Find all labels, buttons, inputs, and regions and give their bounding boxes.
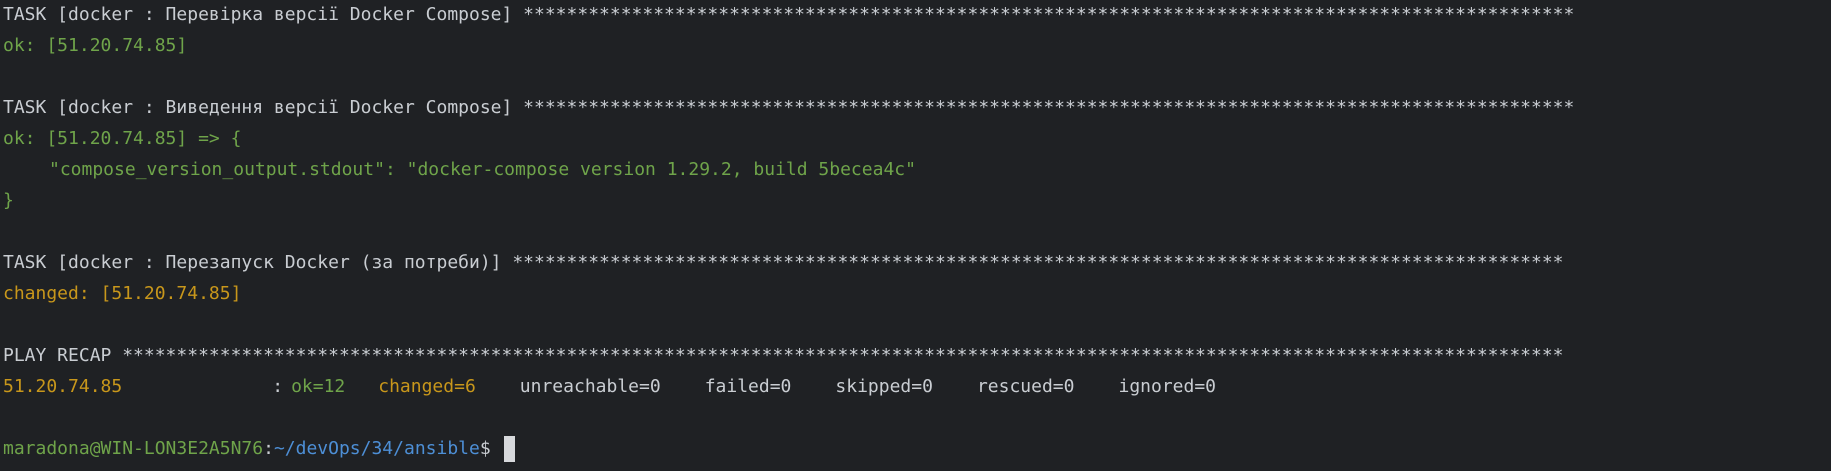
- recap-skipped: skipped=0: [835, 376, 933, 397]
- task-result-ok: ok: [51.20.74.85]: [3, 35, 188, 56]
- recap-colon: :: [272, 376, 284, 397]
- terminal-window[interactable]: TASK [docker : Перевірка версії Docker C…: [0, 0, 1831, 470]
- task-header-check-version: TASK [docker : Перевірка версії Docker C…: [3, 4, 1575, 25]
- task-result-stdout: "compose_version_output.stdout": "docker…: [49, 159, 916, 180]
- recap-host: 51.20.74.85: [3, 376, 123, 397]
- terminal-cursor[interactable]: [503, 436, 515, 462]
- recap-failed: failed=0: [704, 376, 792, 397]
- shell-prompt[interactable]: maradona@WIN-LON3E2A5N76:~/devOps/34/ans…: [3, 433, 1831, 464]
- task-result-changed: changed: [51.20.74.85]: [3, 283, 242, 304]
- task-header-show-version: TASK [docker : Виведення версії Docker C…: [3, 97, 1575, 118]
- prompt-separator: :: [263, 438, 274, 459]
- prompt-path: ~/devOps/34/ansible: [273, 438, 480, 459]
- task-header-restart-docker: TASK [docker : Перезапуск Docker (за пот…: [3, 252, 1564, 273]
- recap-unreachable: unreachable=0: [519, 376, 661, 397]
- recap-rescued: rescued=0: [976, 376, 1075, 397]
- task-result-ok-close: }: [3, 190, 14, 211]
- prompt-symbol: $: [479, 438, 502, 459]
- recap-ignored: ignored=0: [1118, 376, 1217, 397]
- play-recap-header: PLAY RECAP *****************************…: [3, 345, 1564, 366]
- task-result-ok-open: ok: [51.20.74.85] => {: [3, 128, 242, 149]
- recap-ok: ok=12: [291, 376, 346, 397]
- prompt-user-host: maradona@WIN-LON3E2A5N76: [3, 438, 264, 459]
- recap-changed: changed=6: [378, 376, 476, 397]
- play-recap-row: 51.20.74.85: ok=12 changed=6 unreachable=0 f…: [3, 371, 1831, 402]
